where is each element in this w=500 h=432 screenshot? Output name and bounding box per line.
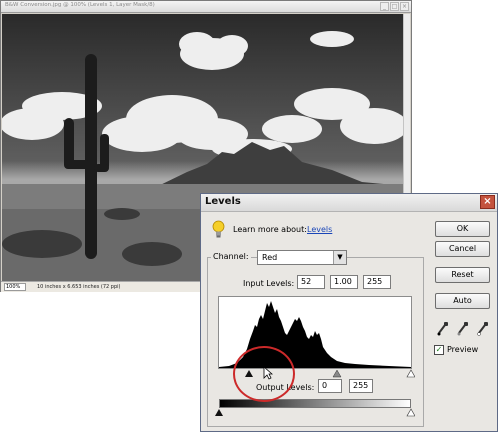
lightbulb-icon	[212, 220, 225, 238]
input-white-field[interactable]: 255	[363, 275, 391, 289]
minimize-button[interactable]: _	[380, 2, 389, 11]
zoom-level-field[interactable]: 100%	[4, 283, 26, 291]
output-gradient-bar	[219, 399, 411, 408]
auto-button[interactable]: Auto	[435, 293, 490, 309]
input-black-field[interactable]: 52	[297, 275, 325, 289]
levels-title-bar[interactable]: Levels ×	[201, 194, 497, 212]
close-icon[interactable]: ×	[480, 195, 495, 209]
document-title-bar[interactable]: B&W Conversion.jpg @ 100% (Levels 1, Lay…	[1, 1, 411, 13]
document-size-info[interactable]: 10 inches x 6.653 inches (72 ppi)	[37, 283, 121, 291]
learn-more-link[interactable]: Levels	[307, 225, 332, 234]
chevron-down-icon[interactable]: ▼	[333, 251, 346, 264]
input-gamma-slider[interactable]	[332, 369, 342, 378]
preview-checkbox[interactable]: ✓	[434, 345, 444, 355]
output-level-sliders[interactable]	[215, 408, 415, 417]
gray-eyedropper-icon[interactable]	[457, 322, 469, 336]
channel-value: Red	[262, 253, 278, 262]
maximize-button[interactable]: □	[390, 2, 399, 11]
document-title: B&W Conversion.jpg @ 100% (Levels 1, Lay…	[5, 2, 155, 8]
input-white-slider[interactable]	[406, 369, 415, 378]
channel-label: Channel:	[211, 252, 251, 261]
levels-dialog: Levels × Learn more about: Levels Channe…	[200, 193, 498, 432]
ok-button[interactable]: OK	[435, 221, 490, 237]
dialog-title: Levels	[205, 196, 241, 207]
output-black-slider[interactable]	[215, 409, 223, 416]
learn-more-text: Learn more about:	[233, 225, 307, 234]
output-white-field[interactable]: 255	[349, 379, 373, 393]
white-eyedropper-icon[interactable]	[477, 322, 489, 336]
channel-select[interactable]: Red ▼	[257, 250, 347, 265]
window-controls: _ □ ×	[380, 2, 409, 11]
input-levels-label: Input Levels:	[243, 279, 295, 288]
preview-label: Preview	[447, 345, 479, 354]
cancel-button[interactable]: Cancel	[435, 241, 490, 257]
cursor-arrow-icon	[263, 366, 273, 380]
input-gamma-field[interactable]: 1.00	[330, 275, 358, 289]
black-eyedropper-icon[interactable]	[437, 322, 449, 336]
output-white-slider[interactable]	[406, 408, 415, 417]
reset-button[interactable]: Reset	[435, 267, 490, 283]
close-window-button[interactable]: ×	[400, 2, 409, 11]
output-black-field[interactable]: 0	[318, 379, 342, 393]
